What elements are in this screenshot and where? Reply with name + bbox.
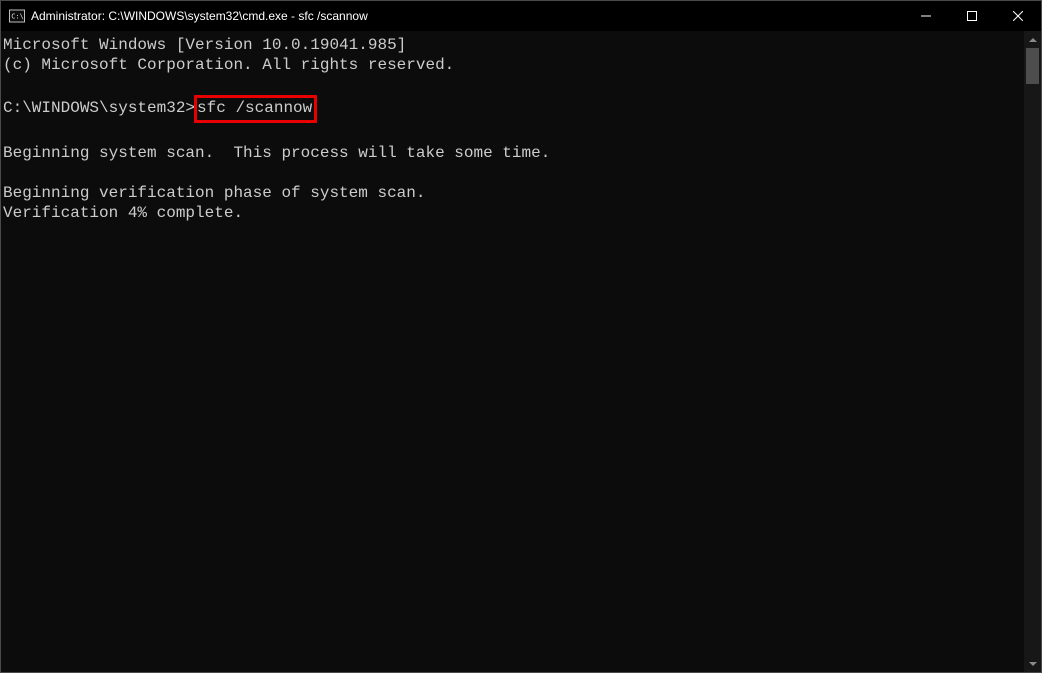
output-line: Microsoft Windows [Version 10.0.19041.98… [3, 36, 406, 54]
command-highlight: sfc /scannow [194, 95, 317, 123]
svg-text:C:\: C:\ [11, 13, 24, 21]
scroll-up-arrow-icon[interactable] [1024, 31, 1041, 48]
terminal-output[interactable]: Microsoft Windows [Version 10.0.19041.98… [1, 31, 1024, 672]
output-line: Verification 4% complete. [3, 204, 243, 222]
window-controls [903, 1, 1041, 31]
window-title: Administrator: C:\WINDOWS\system32\cmd.e… [31, 9, 368, 23]
scroll-track[interactable] [1024, 48, 1041, 655]
command-text: sfc /scannow [197, 99, 312, 117]
body-area: Microsoft Windows [Version 10.0.19041.98… [1, 31, 1041, 672]
output-line: (c) Microsoft Corporation. All rights re… [3, 56, 454, 74]
prompt-text: C:\WINDOWS\system32> [3, 99, 195, 117]
maximize-button[interactable] [949, 1, 995, 31]
cmd-icon: C:\ [9, 8, 25, 24]
close-button[interactable] [995, 1, 1041, 31]
vertical-scrollbar[interactable] [1024, 31, 1041, 672]
scroll-thumb[interactable] [1026, 48, 1039, 84]
scroll-down-arrow-icon[interactable] [1024, 655, 1041, 672]
titlebar[interactable]: C:\ Administrator: C:\WINDOWS\system32\c… [1, 1, 1041, 31]
output-line: Beginning system scan. This process will… [3, 144, 550, 162]
output-line: Beginning verification phase of system s… [3, 184, 425, 202]
minimize-button[interactable] [903, 1, 949, 31]
title-left: C:\ Administrator: C:\WINDOWS\system32\c… [1, 8, 903, 24]
cmd-window: C:\ Administrator: C:\WINDOWS\system32\c… [0, 0, 1042, 673]
